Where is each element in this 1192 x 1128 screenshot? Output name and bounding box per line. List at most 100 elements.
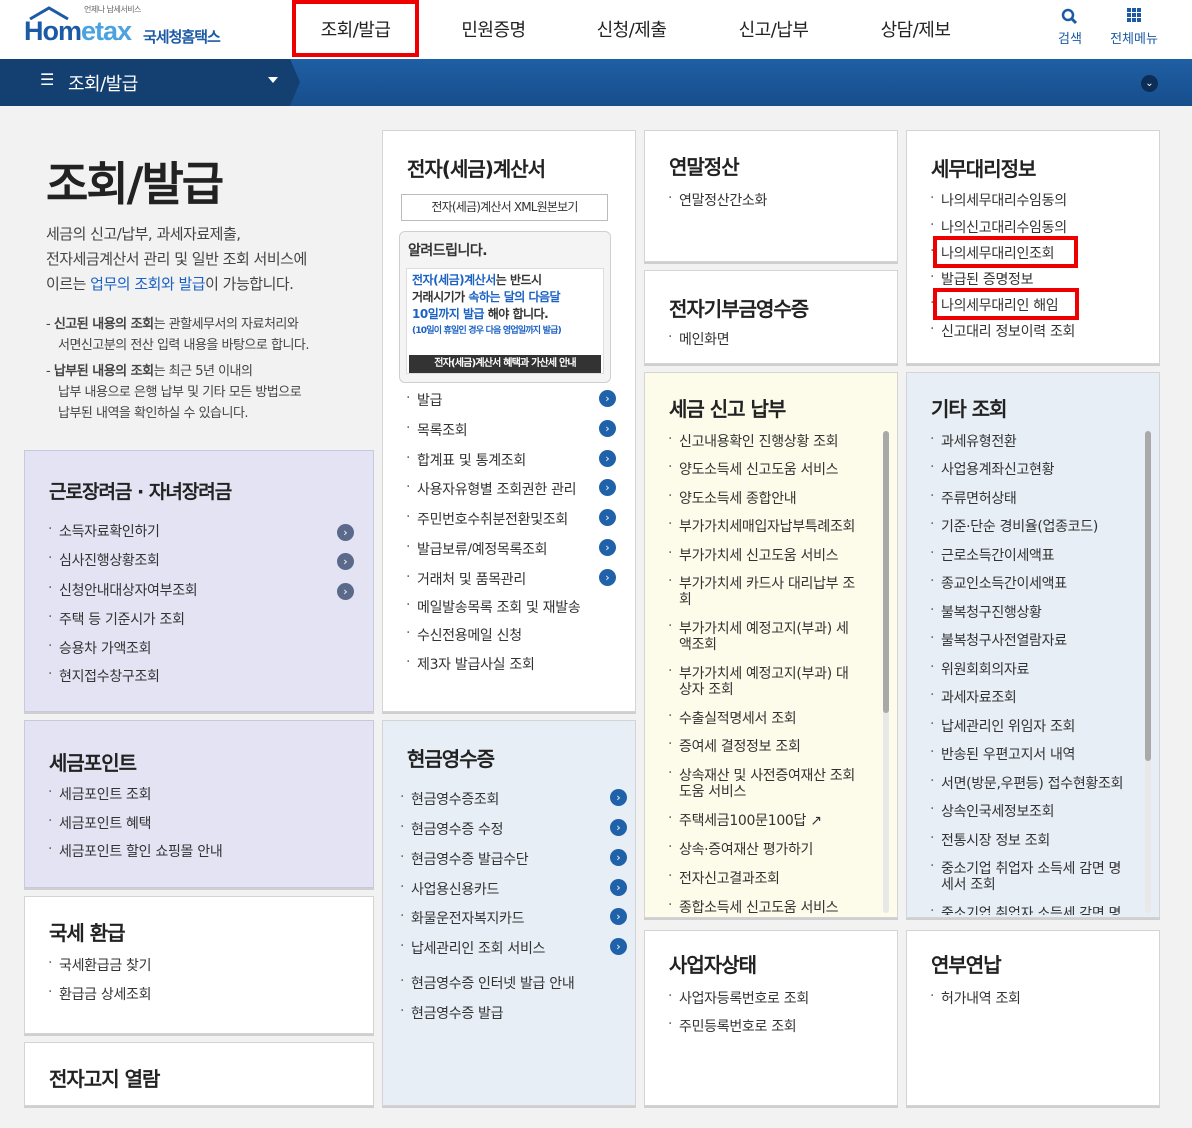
chevron-right-icon[interactable]: › [610, 908, 627, 925]
list-item[interactable]: 불복청구진행상황 [930, 602, 1042, 622]
list-item[interactable]: 심사진행상황조회 [48, 550, 160, 570]
list-item[interactable]: 상속·증여재산 평가하기 [668, 839, 813, 859]
list-item[interactable]: 과세유형전환 [930, 431, 1017, 451]
list-item[interactable]: 전자신고결과조회 [668, 868, 780, 888]
list-item[interactable]: 제3자 발급사실 조회 [406, 654, 535, 674]
list-item[interactable]: 발급된 증명정보 [930, 269, 1034, 289]
chevron-right-icon[interactable]: › [599, 390, 616, 407]
list-item[interactable]: 사업용계좌신고현황 [930, 459, 1055, 479]
chevron-right-icon[interactable]: › [599, 509, 616, 526]
nav-consult-report[interactable]: 상담/제보 [852, 0, 979, 57]
list-item[interactable]: 주류면허상태 [930, 488, 1017, 508]
list-item[interactable]: 반송된 우편고지서 내역 [930, 744, 1075, 764]
list-item[interactable]: 기준·단순 경비율(업종코드) [930, 516, 1098, 536]
list-item[interactable]: 신고대리 정보이력 조회 [930, 321, 1075, 341]
list-item[interactable]: 사용자유형별 조회권한 관리 [406, 479, 577, 499]
chevron-right-icon[interactable]: › [599, 420, 616, 437]
list-item[interactable]: 납세관리인 조회 서비스 [400, 938, 545, 958]
card-electronic-invoice: 전자(세금)계산서 전자(세금)계산서 XML원본보기 알려드립니다. 전자(세… [382, 130, 636, 712]
list-item[interactable]: 주택세금100문100답 ↗ [668, 810, 822, 830]
list-item[interactable]: 세금포인트 조회 [48, 784, 152, 804]
sub-menu-selector[interactable]: ☰ 조회/발급 [0, 59, 300, 106]
list-item[interactable]: 부가가치세 신고도움 서비스 [668, 545, 839, 565]
nav-report-pay[interactable]: 신고/납부 [710, 0, 837, 57]
list-item[interactable]: 현금영수증조회 [400, 789, 499, 809]
list-item[interactable]: 신고내용확인 진행상황 조회 [668, 431, 839, 451]
list-item[interactable]: 양도소득세 신고도움 서비스 [668, 459, 839, 479]
all-menu-button[interactable]: 전체메뉴 [1104, 6, 1164, 47]
list-item[interactable]: 수출실적명세서 조회 [668, 708, 797, 728]
list-item[interactable]: 세금포인트 할인 쇼핑몰 안내 [48, 841, 223, 861]
list-item[interactable]: 사업용신용카드 [400, 879, 499, 899]
chevron-right-icon[interactable]: › [599, 479, 616, 496]
list-item[interactable]: 상속인국세정보조회 [930, 801, 1055, 821]
list-item[interactable]: 사업자등록번호로 조회 [668, 988, 809, 1008]
list-item[interactable]: 나의신고대리수임동의 [930, 217, 1067, 237]
list-item[interactable]: 신청안내대상자여부조회 [48, 580, 198, 600]
list-item[interactable]: 승용차 가액조회 [48, 638, 152, 658]
list-item[interactable]: 주택 등 기준시가 조회 [48, 609, 185, 629]
scrollbar[interactable] [1145, 431, 1151, 913]
hometax-logo[interactable]: 언제나 납세서비스 Hometax 국세청홈택스 [22, 4, 242, 54]
nav-apply-submit[interactable]: 신청/제출 [568, 0, 695, 57]
list-item[interactable]: 증여세 결정정보 조회 [668, 736, 801, 756]
list-item[interactable]: 화물운전자복지카드 [400, 908, 525, 928]
card-electronic-notice[interactable]: 전자고지 열람 [24, 1042, 374, 1106]
chevron-right-icon[interactable]: › [610, 819, 627, 836]
list-item[interactable]: 종교인소득간이세액표 [930, 573, 1067, 593]
list-item[interactable]: 부가가치세매입자납부특례조회 [668, 516, 855, 536]
list-item[interactable]: 종합소득세 신고도움 서비스 [668, 897, 839, 915]
list-item[interactable]: 현금영수증 발급 [400, 1003, 504, 1023]
list-item[interactable]: 발급보류/예정목록조회 [406, 539, 548, 559]
chevron-right-icon[interactable]: › [610, 789, 627, 806]
chevron-right-icon[interactable]: › [337, 524, 354, 541]
scroll-list[interactable]: 신고내용확인 진행상황 조회 양도소득세 신고도움 서비스 양도소득세 종합안내… [645, 429, 899, 915]
list-item[interactable]: 세금포인트 혜택 [48, 813, 152, 833]
list-item[interactable]: 주민번호수취분전환및조회 [406, 509, 568, 529]
chevron-right-icon[interactable]: › [610, 938, 627, 955]
list-item[interactable]: 현지접수창구조회 [48, 666, 160, 686]
list-item[interactable]: 소득자료확인하기 [48, 521, 160, 541]
chevron-right-icon[interactable]: › [610, 849, 627, 866]
list-item[interactable]: 나의세무대리수임동의 [930, 190, 1067, 210]
list-item[interactable]: 현금영수증 수정 [400, 819, 504, 839]
nav-inquiry-issue[interactable]: 조회/발급 [292, 0, 419, 57]
list-item[interactable]: 수신전용메일 신청 [406, 625, 522, 645]
list-item[interactable]: 부가가치세 카드사 대리납부 조 [668, 573, 855, 593]
chevron-right-icon[interactable]: › [337, 583, 354, 600]
list-item[interactable]: 납세관리인 위임자 조회 [930, 716, 1075, 736]
nav-civil-certificate[interactable]: 민원증명 [430, 0, 557, 57]
list-item[interactable]: 중소기업 취업자 소득세 감면 명 [930, 903, 1121, 915]
benefit-penalty-banner[interactable]: 전자(세금)계산서 혜택과 가산세 안내 [409, 355, 601, 373]
chevron-right-icon[interactable]: › [599, 569, 616, 586]
list-item[interactable]: 국세환급금 찾기 [48, 955, 152, 975]
list-item[interactable]: 불복청구사전열람자료 [930, 630, 1067, 650]
list-item[interactable]: 현금영수증 발급수단 [400, 849, 529, 869]
list-item[interactable]: 위원회회의자료 [930, 659, 1029, 679]
list-item[interactable]: 연말정산간소화 [668, 190, 767, 210]
list-item[interactable]: 환급금 상세조회 [48, 984, 152, 1004]
chevron-right-icon[interactable]: › [599, 539, 616, 556]
list-item[interactable]: 허가내역 조회 [930, 988, 1021, 1008]
search-button[interactable]: 검색 [1040, 6, 1100, 47]
list-item[interactable]: 과세자료조회 [930, 687, 1017, 707]
chevron-right-icon[interactable]: › [337, 553, 354, 570]
list-item[interactable]: 목록조회 [406, 420, 468, 440]
xml-original-view-button[interactable]: 전자(세금)계산서 XML원본보기 [401, 194, 608, 221]
scroll-list[interactable]: 과세유형전환 사업용계좌신고현황 주류면허상태 기준·단순 경비율(업종코드) … [907, 429, 1161, 915]
list-item[interactable]: 메일발송목록 조회 및 재발송 [406, 597, 581, 617]
list-item[interactable]: 현금영수증 인터넷 발급 안내 [400, 973, 575, 993]
scrollbar[interactable] [883, 431, 889, 913]
list-item[interactable]: 양도소득세 종합안내 [668, 488, 797, 508]
expand-circle-icon[interactable]: ⌄ [1141, 75, 1158, 92]
list-item[interactable]: 발급 [406, 390, 443, 410]
list-item[interactable]: 거래처 및 품목관리 [406, 569, 526, 589]
list-item[interactable]: 메인화면 [668, 329, 730, 349]
list-item[interactable]: 전통시장 정보 조회 [930, 830, 1050, 850]
chevron-right-icon[interactable]: › [599, 450, 616, 467]
list-item[interactable]: 근로소득간이세액표 [930, 545, 1055, 565]
list-item[interactable]: 합계표 및 통계조회 [406, 450, 526, 470]
list-item[interactable]: 주민등록번호로 조회 [668, 1016, 797, 1036]
chevron-right-icon[interactable]: › [610, 879, 627, 896]
list-item[interactable]: 서면(방문,우편등) 접수현황조회 [930, 773, 1123, 793]
